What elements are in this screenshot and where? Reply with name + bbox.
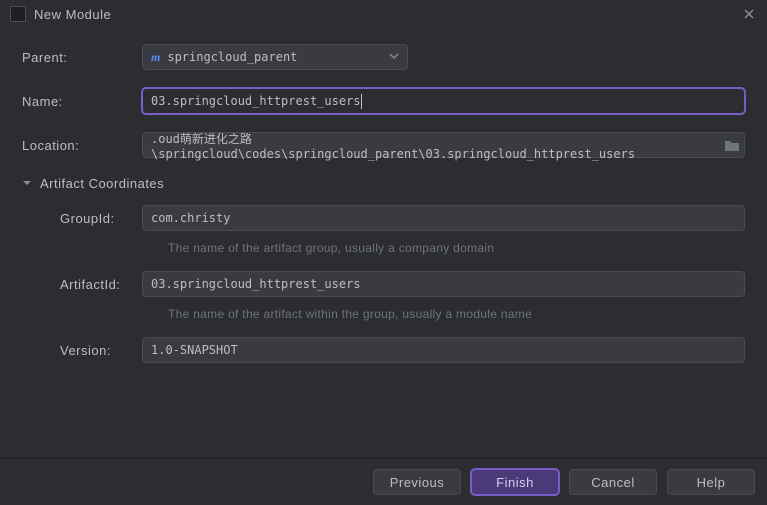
version-value: 1.0-SNAPSHOT [151, 343, 238, 357]
finish-button[interactable]: Finish [471, 469, 559, 495]
name-row: Name: 03.springcloud_httprest_users [22, 88, 745, 114]
artifactid-value: 03.springcloud_httprest_users [151, 277, 361, 291]
window-title: New Module [34, 7, 741, 22]
groupid-hint: The name of the artifact group, usually … [168, 241, 745, 255]
artifact-coordinates-toggle[interactable]: Artifact Coordinates [22, 176, 745, 191]
groupid-row: GroupId: com.christy [22, 205, 745, 231]
version-row: Version: 1.0-SNAPSHOT [22, 337, 745, 363]
text-caret [361, 94, 362, 109]
parent-value: springcloud_parent [167, 50, 297, 64]
location-value: .oud萌新进化之路\springcloud\codes\springcloud… [151, 130, 722, 161]
artifactid-label: ArtifactId: [22, 277, 142, 292]
dialog-footer: Previous Finish Cancel Help [0, 458, 767, 505]
artifactid-input[interactable]: 03.springcloud_httprest_users [142, 271, 745, 297]
parent-combobox[interactable]: m springcloud_parent [142, 44, 408, 70]
close-icon[interactable] [741, 6, 757, 22]
parent-row: Parent: m springcloud_parent [22, 44, 745, 70]
titlebar: New Module [0, 0, 767, 28]
groupid-value: com.christy [151, 211, 230, 225]
previous-button[interactable]: Previous [373, 469, 461, 495]
help-button[interactable]: Help [667, 469, 755, 495]
cancel-button[interactable]: Cancel [569, 469, 657, 495]
location-row: Location: .oud萌新进化之路\springcloud\codes\s… [22, 132, 745, 158]
dialog-content: Parent: m springcloud_parent Name: 03.sp… [0, 28, 767, 458]
name-label: Name: [22, 94, 142, 109]
location-input[interactable]: .oud萌新进化之路\springcloud\codes\springcloud… [142, 132, 745, 158]
artifactid-hint: The name of the artifact within the grou… [168, 307, 745, 321]
parent-label: Parent: [22, 50, 142, 65]
location-label: Location: [22, 138, 142, 153]
chevron-down-icon [389, 50, 399, 64]
intellij-icon [10, 6, 26, 22]
artifact-coordinates-label: Artifact Coordinates [40, 176, 164, 191]
triangle-down-icon [22, 176, 32, 191]
browse-folder-icon[interactable] [722, 138, 742, 152]
version-label: Version: [22, 343, 142, 358]
name-value: 03.springcloud_httprest_users [151, 94, 361, 108]
groupid-label: GroupId: [22, 211, 142, 226]
version-input[interactable]: 1.0-SNAPSHOT [142, 337, 745, 363]
artifactid-row: ArtifactId: 03.springcloud_httprest_user… [22, 271, 745, 297]
name-input[interactable]: 03.springcloud_httprest_users [142, 88, 745, 114]
groupid-input[interactable]: com.christy [142, 205, 745, 231]
maven-icon: m [151, 50, 160, 65]
